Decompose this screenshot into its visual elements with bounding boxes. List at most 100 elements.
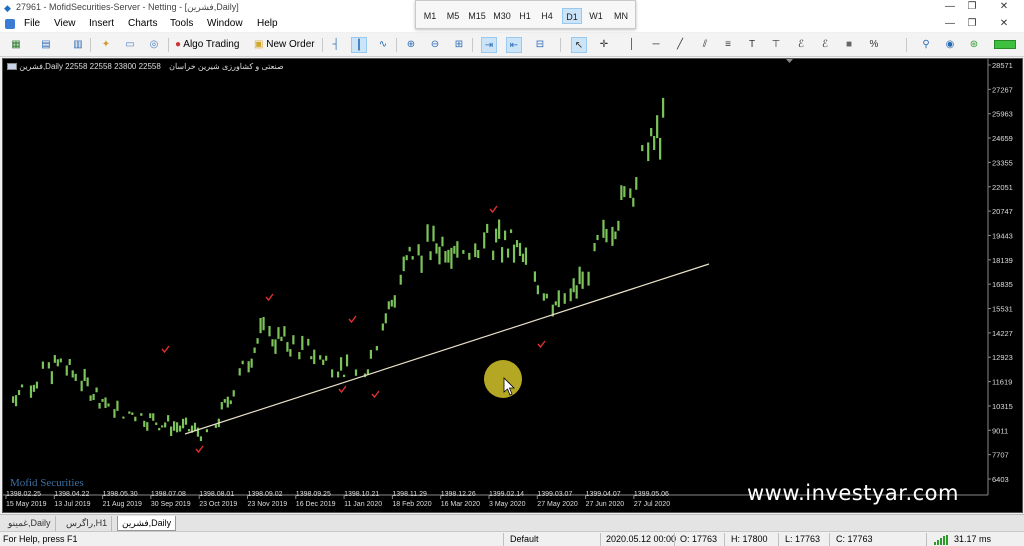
bar-chart-icon[interactable]: ┤ — [328, 37, 344, 53]
candle — [429, 251, 432, 261]
check-mark — [195, 445, 204, 454]
tab-chart-3[interactable]: فشرین,Daily — [117, 516, 177, 531]
shapes-icon[interactable]: ■ — [841, 37, 857, 53]
symbol-info-line: فشرین,Daily 22558 22558 23800 22558 صنعت… — [7, 62, 284, 71]
date-axis-persian-label: 1399.03.07 — [537, 491, 572, 498]
candle — [450, 247, 453, 269]
menu-insert[interactable]: Insert — [89, 18, 114, 29]
candle — [274, 339, 277, 354]
date-axis-persian-label: 1398.12.26 — [441, 491, 476, 498]
elliott-icon[interactable]: ℰ — [793, 37, 809, 53]
candle — [554, 301, 557, 306]
timeframe-mn[interactable]: MN — [610, 8, 632, 24]
timeframe-m15[interactable]: M15 — [466, 8, 488, 24]
candle — [492, 250, 495, 260]
candle — [557, 290, 560, 308]
menu-view[interactable]: View — [54, 18, 76, 29]
restore-button[interactable]: ❐ — [962, 1, 982, 12]
arrows-icon[interactable]: % — [866, 37, 882, 53]
indicators-icon[interactable]: ⊟ — [532, 37, 548, 53]
check-mark — [265, 293, 274, 302]
account-icon[interactable]: ⊛ — [966, 37, 982, 53]
close-button[interactable]: ✕ — [994, 1, 1014, 12]
price-axis-label: 19443 — [992, 231, 1013, 240]
vps-icon[interactable]: ◉ — [942, 37, 958, 53]
menu-window[interactable]: Window — [207, 18, 243, 29]
elliott-wave-icon[interactable]: ℰ — [817, 37, 833, 53]
trendline-icon[interactable]: ╱ — [672, 37, 688, 53]
candle — [474, 243, 477, 258]
candle — [581, 271, 584, 289]
check-mark — [348, 315, 357, 324]
check-mark — [161, 345, 170, 354]
horizontal-line-icon[interactable]: ─ — [648, 37, 664, 53]
text-label-icon[interactable]: ⊤ — [768, 37, 784, 53]
timeframe-m1[interactable]: M1 — [420, 8, 440, 24]
candle — [501, 247, 504, 263]
timeframe-d1[interactable]: D1 — [562, 8, 582, 24]
child-restore-button[interactable]: ❐ — [962, 18, 982, 29]
price-axis-label: 24659 — [992, 134, 1013, 143]
timeframe-m30[interactable]: M30 — [491, 8, 513, 24]
profiles-icon[interactable]: ▤ — [38, 37, 54, 53]
timeframe-h1[interactable]: H1 — [516, 8, 534, 24]
price-axis-label: 27267 — [992, 85, 1013, 94]
tab-chart-1[interactable]: غمینو,Daily — [4, 516, 56, 531]
child-close-button[interactable]: ✕ — [994, 18, 1014, 29]
child-minimize-button[interactable]: — — [940, 18, 960, 29]
candle — [11, 396, 15, 403]
tile-windows-icon[interactable]: ⊞ — [451, 37, 467, 53]
search-icon[interactable]: ⚲ — [918, 37, 934, 53]
date-axis-gregorian-label: 30 Sep 2019 — [151, 501, 191, 508]
connection-strength-icon[interactable] — [934, 535, 952, 545]
new-order-button[interactable]: ▣ New Order — [254, 37, 318, 53]
date-axis-gregorian-label: 27 Jun 2020 — [586, 501, 625, 508]
candle — [662, 97, 665, 118]
market-watch-icon[interactable]: ▥ — [70, 37, 86, 53]
new-chart-icon[interactable]: ▦ — [8, 37, 24, 53]
menu-tools[interactable]: Tools — [170, 18, 193, 29]
auto-scroll-icon[interactable]: ⇥ — [481, 37, 497, 53]
timeframe-w1[interactable]: W1 — [586, 8, 606, 24]
price-axis-label: 16835 — [992, 280, 1013, 289]
menu-file[interactable]: File — [24, 18, 40, 29]
zoom-in-icon[interactable]: ⊕ — [403, 37, 419, 53]
zoom-out-icon[interactable]: ⊖ — [427, 37, 443, 53]
candle — [277, 327, 280, 339]
timeframe-h4[interactable]: H4 — [537, 8, 557, 24]
line-chart-icon[interactable]: ∿ — [375, 37, 391, 53]
chart-shift-icon[interactable]: ⇤ — [506, 37, 522, 53]
candle — [342, 374, 346, 378]
candle — [384, 313, 387, 324]
crosshair-icon[interactable]: ✛ — [596, 37, 612, 53]
strategy-tester-icon[interactable]: ◎ — [146, 37, 162, 53]
price-chart[interactable]: 28571 27267 25963 24659 23355 22051 20747 19443… — [2, 58, 1023, 513]
cursor-icon[interactable]: ↖ — [571, 37, 587, 53]
date-axis-gregorian-label: 13 Jul 2019 — [54, 501, 90, 508]
date-axis-gregorian-label: 15 May 2019 — [6, 501, 47, 508]
navigator-icon[interactable]: ✦ — [98, 37, 114, 53]
vertical-line-icon[interactable]: │ — [624, 37, 640, 53]
candle — [134, 416, 137, 422]
candle — [483, 232, 486, 249]
timeframe-m5[interactable]: M5 — [443, 8, 463, 24]
algo-trading-button[interactable]: ● Algo Trading — [175, 37, 247, 53]
candle — [250, 358, 253, 368]
bar-close: C: 17763 — [836, 534, 873, 544]
candle — [524, 247, 528, 265]
menu-charts[interactable]: Charts — [128, 18, 157, 29]
terminal-icon[interactable]: ▭ — [122, 37, 138, 53]
candle — [656, 115, 659, 139]
bar-low: L: 17763 — [785, 534, 821, 544]
candle — [495, 228, 498, 243]
candlestick-icon[interactable]: ┃ — [351, 37, 367, 53]
fibonacci-icon[interactable]: ≡ — [720, 37, 736, 53]
channel-icon[interactable]: ⫽ — [697, 37, 713, 53]
price-axis-label: 22051 — [992, 183, 1013, 192]
tab-chart-2[interactable]: راگرس,H1 — [62, 516, 113, 531]
minimize-button[interactable]: — — [940, 1, 960, 12]
menu-help[interactable]: Help — [257, 18, 278, 29]
text-icon[interactable]: T — [744, 37, 760, 53]
candle — [611, 226, 614, 246]
candle — [563, 293, 566, 304]
